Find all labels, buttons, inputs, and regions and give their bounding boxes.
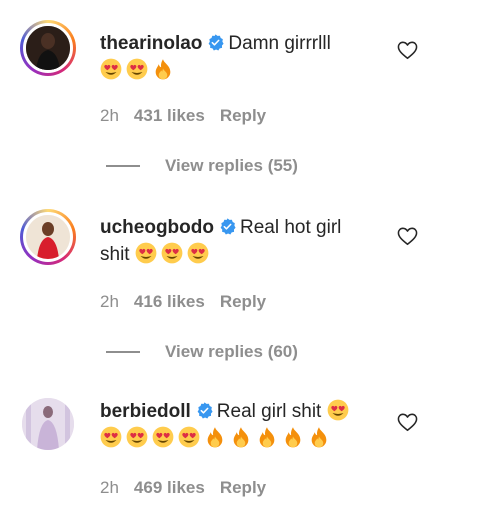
comment-body: Real girl shit: [216, 401, 322, 422]
likes-count[interactable]: 416 likes: [134, 292, 205, 311]
heart-icon[interactable]: [397, 227, 418, 246]
comment-text: thearinolao Damn girrrlll: [100, 30, 382, 84]
fire-emoji: [204, 426, 226, 448]
heart-icon[interactable]: [397, 413, 418, 432]
timestamp: 2h: [100, 292, 119, 311]
heart-eyes-emoji: [187, 242, 209, 264]
verified-badge-icon: [219, 218, 236, 235]
username[interactable]: ucheogbodo: [100, 217, 214, 238]
reply-button[interactable]: Reply: [220, 106, 266, 125]
username[interactable]: berbiedoll: [100, 401, 191, 422]
reply-button[interactable]: Reply: [220, 292, 266, 311]
likes-count[interactable]: 469 likes: [134, 478, 205, 497]
timestamp: 2h: [100, 106, 119, 125]
heart-eyes-emoji: [100, 426, 122, 448]
comment-body: Real hot girl: [239, 217, 342, 238]
comment-text: ucheogbodo Real hot girl shit: [100, 214, 382, 268]
fire-emoji: [230, 426, 252, 448]
view-replies-label: View replies (55): [165, 156, 298, 175]
comment-meta: 2h 431 likes Reply: [100, 106, 281, 126]
comment-meta: 2h 469 likes Reply: [100, 478, 281, 498]
divider: [106, 351, 140, 353]
heart-eyes-emoji: [327, 399, 349, 421]
likes-count[interactable]: 431 likes: [134, 106, 205, 125]
fire-emoji: [256, 426, 278, 448]
comment-meta: 2h 416 likes Reply: [100, 292, 281, 312]
view-replies-button[interactable]: View replies (55): [106, 156, 298, 176]
fire-emoji: [282, 426, 304, 448]
heart-icon[interactable]: [397, 41, 418, 60]
comment-body: Damn girrrlll: [228, 33, 331, 54]
heart-eyes-emoji: [161, 242, 183, 264]
verified-badge-icon: [207, 34, 224, 51]
timestamp: 2h: [100, 478, 119, 497]
username[interactable]: thearinolao: [100, 33, 202, 54]
heart-eyes-emoji: [152, 426, 174, 448]
heart-eyes-emoji: [100, 58, 122, 80]
avatar[interactable]: [20, 209, 76, 265]
reply-button[interactable]: Reply: [220, 478, 266, 497]
comment-text: berbiedoll Real girl shit: [100, 398, 400, 452]
divider: [106, 165, 140, 167]
avatar[interactable]: [22, 398, 74, 450]
avatar[interactable]: [20, 20, 76, 76]
heart-eyes-emoji: [135, 242, 157, 264]
view-replies-label: View replies (60): [165, 342, 298, 361]
heart-eyes-emoji: [126, 426, 148, 448]
fire-emoji: [308, 426, 330, 448]
view-replies-button[interactable]: View replies (60): [106, 342, 298, 362]
comment-body-continued: shit: [100, 244, 130, 265]
heart-eyes-emoji: [126, 58, 148, 80]
fire-emoji: [152, 58, 174, 80]
heart-eyes-emoji: [178, 426, 200, 448]
verified-badge-icon: [196, 402, 213, 419]
